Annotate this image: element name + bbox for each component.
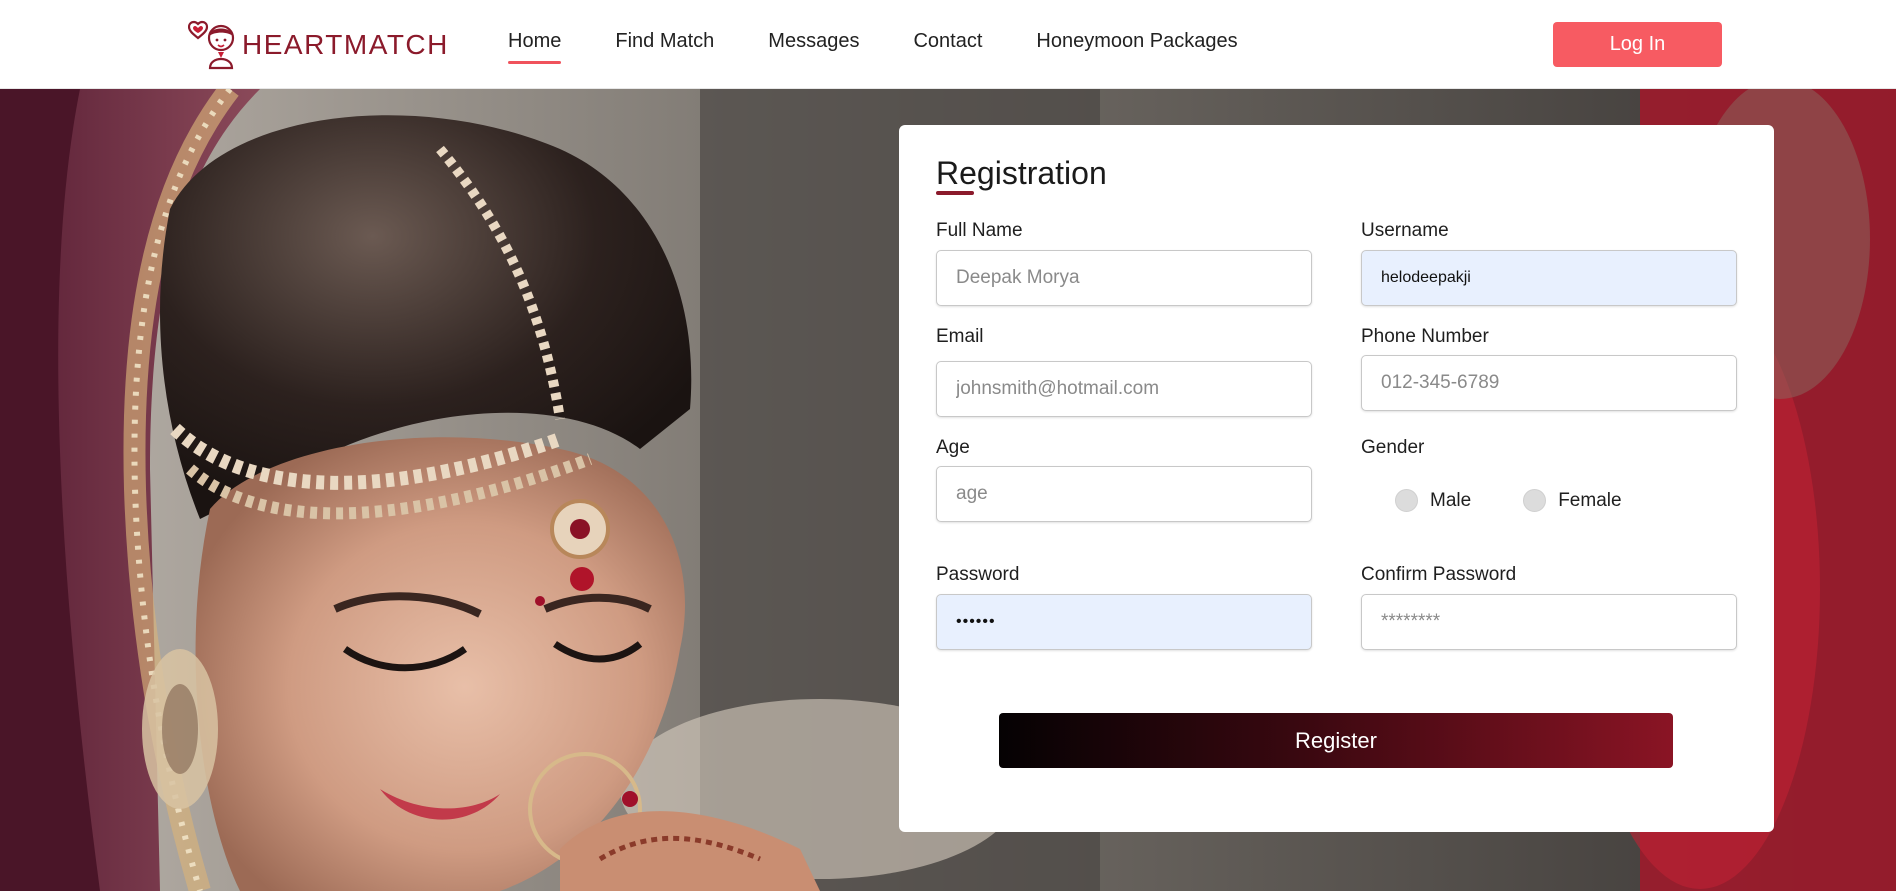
full-name-label: Full Name bbox=[936, 220, 1023, 241]
female-radio-button[interactable] bbox=[1523, 489, 1547, 512]
password-label: Password bbox=[936, 564, 1020, 585]
gender-female-option[interactable]: Female bbox=[1523, 489, 1622, 512]
confirm-password-label: Confirm Password bbox=[1361, 564, 1517, 585]
register-button[interactable]: Register bbox=[999, 713, 1673, 768]
password-input[interactable] bbox=[936, 594, 1312, 650]
brand-name: HEARTMATCH bbox=[242, 29, 449, 60]
age-input[interactable] bbox=[936, 466, 1312, 522]
confirm-password-input[interactable] bbox=[1361, 594, 1737, 650]
nav-home-link[interactable]: Home bbox=[508, 30, 562, 64]
couple-heart-logo-icon bbox=[188, 20, 235, 70]
gender-label: Gender bbox=[1361, 437, 1425, 458]
email-label: Email bbox=[936, 326, 984, 347]
gender-male-option[interactable]: Male bbox=[1395, 489, 1471, 512]
phone-number-label: Phone Number bbox=[1361, 326, 1489, 347]
registration-card: Registration Full Name Username Email Ph… bbox=[899, 125, 1774, 832]
top-navbar: HEARTMATCH Home Find Match Messages Cont… bbox=[0, 0, 1896, 89]
age-label: Age bbox=[936, 437, 970, 458]
gender-radio-group: Male Female bbox=[1395, 489, 1674, 512]
brand-logo-link[interactable]: HEARTMATCH bbox=[188, 18, 449, 70]
full-name-input[interactable] bbox=[936, 250, 1312, 306]
username-input[interactable] bbox=[1361, 250, 1737, 306]
phone-number-input[interactable] bbox=[1361, 355, 1737, 411]
email-input[interactable] bbox=[936, 361, 1312, 417]
nav-contact-link[interactable]: Contact bbox=[913, 30, 982, 61]
login-button[interactable]: Log In bbox=[1553, 22, 1722, 67]
username-label: Username bbox=[1361, 220, 1449, 241]
registration-title: Registration bbox=[936, 155, 1107, 191]
title-underline bbox=[936, 191, 974, 195]
female-radio-label: Female bbox=[1558, 489, 1622, 511]
male-radio-label: Male bbox=[1430, 489, 1472, 511]
male-radio-button[interactable] bbox=[1395, 489, 1418, 512]
nav-messages-link[interactable]: Messages bbox=[768, 30, 859, 61]
nav-find-match-link[interactable]: Find Match bbox=[615, 30, 714, 61]
main-nav: Home Find Match Messages Contact Honeymo… bbox=[508, 30, 1292, 64]
nav-honeymoon-packages-link[interactable]: Honeymoon Packages bbox=[1036, 30, 1237, 61]
